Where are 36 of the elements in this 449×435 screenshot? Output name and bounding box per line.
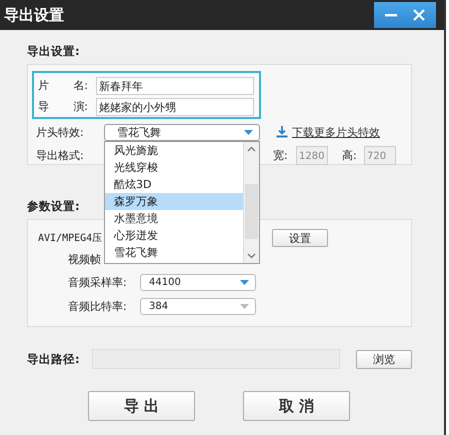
field-label: 高:: [342, 148, 358, 162]
export-button[interactable]: 导 出: [88, 391, 195, 421]
dropdown-option[interactable]: 心形迸发: [105, 227, 243, 244]
dropdown-option[interactable]: 风光旖旎: [105, 142, 243, 159]
cancel-button[interactable]: 取 消: [243, 391, 350, 421]
field-label: 视频帧: [68, 252, 101, 266]
field-label: 音频比特率:: [68, 298, 128, 314]
download-icon: [276, 126, 288, 138]
text-field[interactable]: 新春拜年: [96, 76, 254, 94]
close-icon[interactable]: [412, 8, 426, 22]
section-heading: 导出设置:: [27, 44, 81, 60]
field-label: 片头特效:: [36, 124, 85, 140]
dropdown-option[interactable]: 雪花飞舞: [105, 244, 243, 261]
field-label: 导 演:: [38, 99, 89, 114]
dropdown-option[interactable]: 森罗万象: [105, 193, 243, 210]
window-title: 导出设置: [4, 6, 64, 24]
scroll-down-icon[interactable]: [247, 253, 256, 259]
field-label: 片 名:: [38, 78, 89, 93]
download-link[interactable]: 下载更多片头特效: [292, 124, 380, 140]
dropdown-option[interactable]: 光线穿梭: [105, 159, 243, 176]
effect-dropdown[interactable]: 雪花飞舞: [104, 124, 260, 140]
scroll-up-icon[interactable]: [247, 146, 256, 152]
caret-icon: [244, 130, 253, 134]
dropdown-option[interactable]: 酷炫3D: [105, 176, 243, 193]
dropdown[interactable]: 44100: [140, 274, 256, 290]
section-heading: 参数设置:: [27, 199, 80, 215]
browse-button[interactable]: 浏览: [356, 350, 412, 368]
field-label: 宽:: [273, 148, 289, 162]
field-label: 音频采样率:: [68, 274, 128, 290]
field-label: AVI/MPEG4压: [38, 233, 102, 244]
text-field[interactable]: 姥姥家的小外甥: [96, 98, 254, 116]
settings-button[interactable]: 设置: [272, 229, 328, 247]
field-label: 导出格式:: [36, 148, 84, 162]
field-label: 导出路径:: [27, 352, 81, 366]
scrollbar[interactable]: [243, 142, 259, 263]
dropdown-option[interactable]: 水墨意境: [105, 210, 243, 227]
